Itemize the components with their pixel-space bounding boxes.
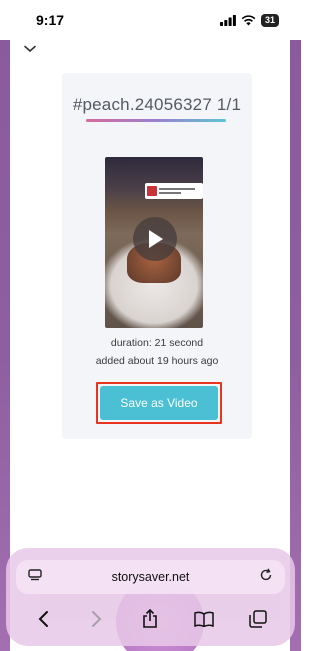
reload-icon[interactable] (259, 567, 273, 587)
story-title: #peach.24056327 1/1 (72, 95, 242, 114)
status-icons: 31 (219, 13, 279, 27)
play-icon (149, 230, 163, 248)
url-text: storysaver.net (111, 570, 190, 584)
video-duration: duration: 21 second (110, 337, 204, 349)
forward-icon[interactable] (82, 604, 112, 634)
status-bar: 9:17 31 (0, 0, 301, 40)
thumbnail-sticker (145, 183, 203, 199)
battery-icon: 31 (260, 13, 279, 27)
wifi-icon (241, 14, 256, 25)
browser-toolbar (6, 604, 295, 634)
sticker-text (159, 188, 195, 194)
page-menu-icon[interactable] (28, 568, 42, 586)
save-as-video-button[interactable]: Save as Video (100, 386, 218, 420)
collapse-button[interactable] (14, 40, 46, 58)
sticker-logo (147, 186, 157, 196)
browser-bottom-bar: storysaver.net (6, 548, 295, 646)
chevron-down-icon (24, 45, 36, 53)
video-thumbnail[interactable] (105, 157, 203, 328)
address-bar[interactable]: storysaver.net (16, 560, 285, 594)
share-icon[interactable] (135, 604, 165, 634)
video-added-time: added about 19 hours ago (95, 355, 219, 367)
back-icon[interactable] (28, 604, 58, 634)
title-underline (86, 119, 226, 122)
tabs-icon[interactable] (243, 604, 273, 634)
bookmarks-icon[interactable] (189, 604, 219, 634)
play-button[interactable] (133, 217, 177, 261)
signal-icon (219, 14, 236, 26)
status-time: 9:17 (36, 12, 65, 28)
